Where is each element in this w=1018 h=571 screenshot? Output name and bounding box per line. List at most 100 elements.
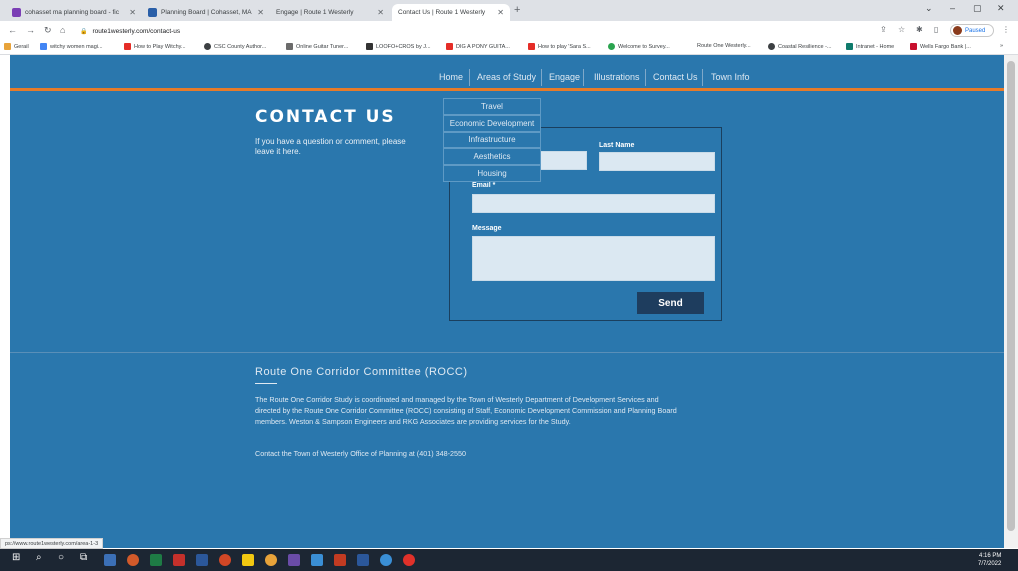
globe-icon	[768, 43, 775, 50]
survey-icon	[608, 43, 615, 50]
close-icon[interactable]: ✕	[373, 8, 384, 17]
nav-home[interactable]: Home	[439, 72, 463, 82]
bookmark-label: How to play 'Sara S...	[538, 43, 591, 50]
intranet-icon	[846, 43, 853, 50]
tab-search-icon[interactable]: ⌄	[925, 3, 933, 14]
app-icon[interactable]	[173, 554, 185, 566]
excel-icon[interactable]	[150, 554, 162, 566]
forward-arrow-icon[interactable]: →	[26, 25, 35, 35]
app-icon[interactable]	[127, 554, 139, 566]
bookmark-item[interactable]: Wells Fargo Bank |...	[910, 43, 971, 50]
lock-icon: 🔒	[80, 28, 88, 35]
site-header: Home Areas of Study Engage Illustrations…	[10, 55, 1004, 91]
chrome-icon[interactable]	[265, 554, 277, 566]
bookmark-label: LOOFO+CROS by J...	[376, 43, 431, 50]
first-name-field[interactable]	[533, 151, 587, 170]
window-close-button[interactable]: ✕	[997, 3, 1005, 14]
bookmark-item[interactable]: witchy women magi...	[40, 43, 103, 50]
email-field[interactable]	[472, 194, 715, 213]
url-text[interactable]: route1westerly.com/contact-us	[92, 28, 180, 35]
dropdown-item-housing[interactable]: Housing	[443, 165, 541, 182]
status-url-bubble: ps://www.route1westerly.com/area-1-3	[0, 538, 104, 549]
profile-button[interactable]: Paused	[950, 24, 994, 37]
bookmark-icon	[4, 43, 11, 50]
app-icon[interactable]	[403, 554, 415, 566]
bookmark-icon	[366, 43, 373, 50]
bookmark-item[interactable]: Intranet - Home	[846, 43, 894, 50]
system-clock[interactable]: 4:16 PM 7/7/2022	[978, 552, 1001, 568]
bookmarks-bar: Gerail witchy women magi... How to Play …	[0, 41, 1018, 55]
sidepanel-icon[interactable]: ▯	[934, 25, 938, 34]
bookmark-item[interactable]: Welcome to Survey...	[608, 43, 670, 50]
tab-strip: cohasset ma planning board - fic ✕ Plann…	[0, 0, 1018, 21]
bookmark-item[interactable]: CSC County Author...	[204, 43, 266, 50]
nav-illustrations[interactable]: Illustrations	[594, 72, 640, 82]
tab-title: Engage | Route 1 Westerly	[276, 9, 354, 16]
app-icon[interactable]	[104, 554, 116, 566]
word-icon[interactable]	[196, 554, 208, 566]
nav-areas-of-study[interactable]: Areas of Study	[477, 72, 536, 82]
town-favicon-icon	[148, 8, 157, 17]
app-icon[interactable]	[357, 554, 369, 566]
app-icon[interactable]	[311, 554, 323, 566]
file-explorer-icon[interactable]	[242, 554, 254, 566]
email-label: Email *	[472, 182, 496, 189]
bookmark-item[interactable]: LOOFO+CROS by J...	[366, 43, 431, 50]
powerpoint-icon[interactable]	[219, 554, 231, 566]
dropdown-item-infrastructure[interactable]: Infrastructure	[443, 131, 541, 149]
avatar	[953, 26, 962, 35]
extensions-icon[interactable]: ✱	[916, 25, 923, 34]
share-icon[interactable]: ⇪	[880, 25, 887, 34]
page-title: CONTACT US	[255, 107, 396, 127]
windows-start-icon[interactable]: ⊞	[12, 552, 20, 563]
address-bar-row: ← → ↻ ⌂ 🔒 route1westerly.com/contact-us …	[0, 21, 1018, 41]
dropdown-item-aesthetics[interactable]: Aesthetics	[443, 148, 541, 166]
scrollbar-thumb[interactable]	[1007, 61, 1015, 531]
bookmark-item[interactable]: Route One Westerly...	[697, 43, 751, 49]
new-tab-button[interactable]: +	[514, 4, 520, 16]
home-icon[interactable]: ⌂	[60, 25, 65, 35]
app-icon[interactable]	[334, 554, 346, 566]
search-icon[interactable]: ⌕	[36, 552, 42, 563]
bookmark-item[interactable]: Coastal Resilience -...	[768, 43, 832, 50]
nav-contact-us[interactable]: Contact Us	[653, 72, 698, 82]
bookmark-label: CSC County Author...	[214, 43, 267, 50]
footer-title: Route One Corridor Committee (ROCC)	[255, 366, 468, 378]
tab-engage[interactable]: Engage | Route 1 Westerly ✕	[270, 4, 390, 21]
app-icon[interactable]	[380, 554, 392, 566]
maximize-button[interactable]: ▢	[973, 3, 982, 14]
close-icon[interactable]: ✕	[253, 8, 264, 17]
teams-icon[interactable]	[288, 554, 300, 566]
close-icon[interactable]: ✕	[493, 8, 504, 17]
tab-contact-us[interactable]: Contact Us | Route 1 Westerly ✕	[392, 4, 510, 21]
menu-kebab-icon[interactable]: ⋮	[1002, 25, 1010, 34]
bookmark-item[interactable]: How to Play Witchy...	[124, 43, 186, 50]
nav-engage[interactable]: Engage	[549, 72, 580, 82]
last-name-field[interactable]	[599, 152, 715, 171]
bookmark-item[interactable]: DIG A PONY GUITA...	[446, 43, 510, 50]
address-bar[interactable]: 🔒 route1westerly.com/contact-us	[80, 24, 870, 38]
tab-cohasset-search[interactable]: cohasset ma planning board - fic ✕	[6, 4, 142, 21]
send-button[interactable]: Send	[637, 292, 704, 314]
page-scrollbar[interactable]	[1004, 55, 1018, 548]
bookmark-item[interactable]: Online Guitar Tuner...	[286, 43, 348, 50]
message-field[interactable]	[472, 236, 715, 281]
bookmark-star-icon[interactable]: ☆	[898, 25, 905, 34]
dropdown-item-economic-development[interactable]: Economic Development	[443, 114, 541, 132]
bookmarks-overflow-icon[interactable]: »	[1000, 43, 1003, 49]
bookmark-item[interactable]: How to play 'Sara S...	[528, 43, 591, 50]
reload-icon[interactable]: ↻	[44, 25, 52, 36]
dropdown-item-travel[interactable]: Travel	[443, 98, 541, 115]
nav-divider	[541, 69, 542, 86]
back-arrow-icon[interactable]: ←	[8, 25, 17, 35]
nav-divider	[702, 69, 703, 86]
bookmark-label: Intranet - Home	[856, 43, 895, 50]
task-view-icon[interactable]: ⧉	[80, 552, 87, 563]
tab-planning-board[interactable]: Planning Board | Cohasset, MA ✕	[142, 4, 270, 21]
bookmark-item[interactable]: Gerail	[4, 43, 29, 50]
minimize-button[interactable]: –	[950, 3, 955, 13]
nav-town-info[interactable]: Town Info	[711, 72, 750, 82]
cortana-icon[interactable]: ○	[58, 552, 64, 563]
close-icon[interactable]: ✕	[125, 8, 136, 17]
page-subtitle: If you have a question or comment, pleas…	[255, 137, 406, 156]
